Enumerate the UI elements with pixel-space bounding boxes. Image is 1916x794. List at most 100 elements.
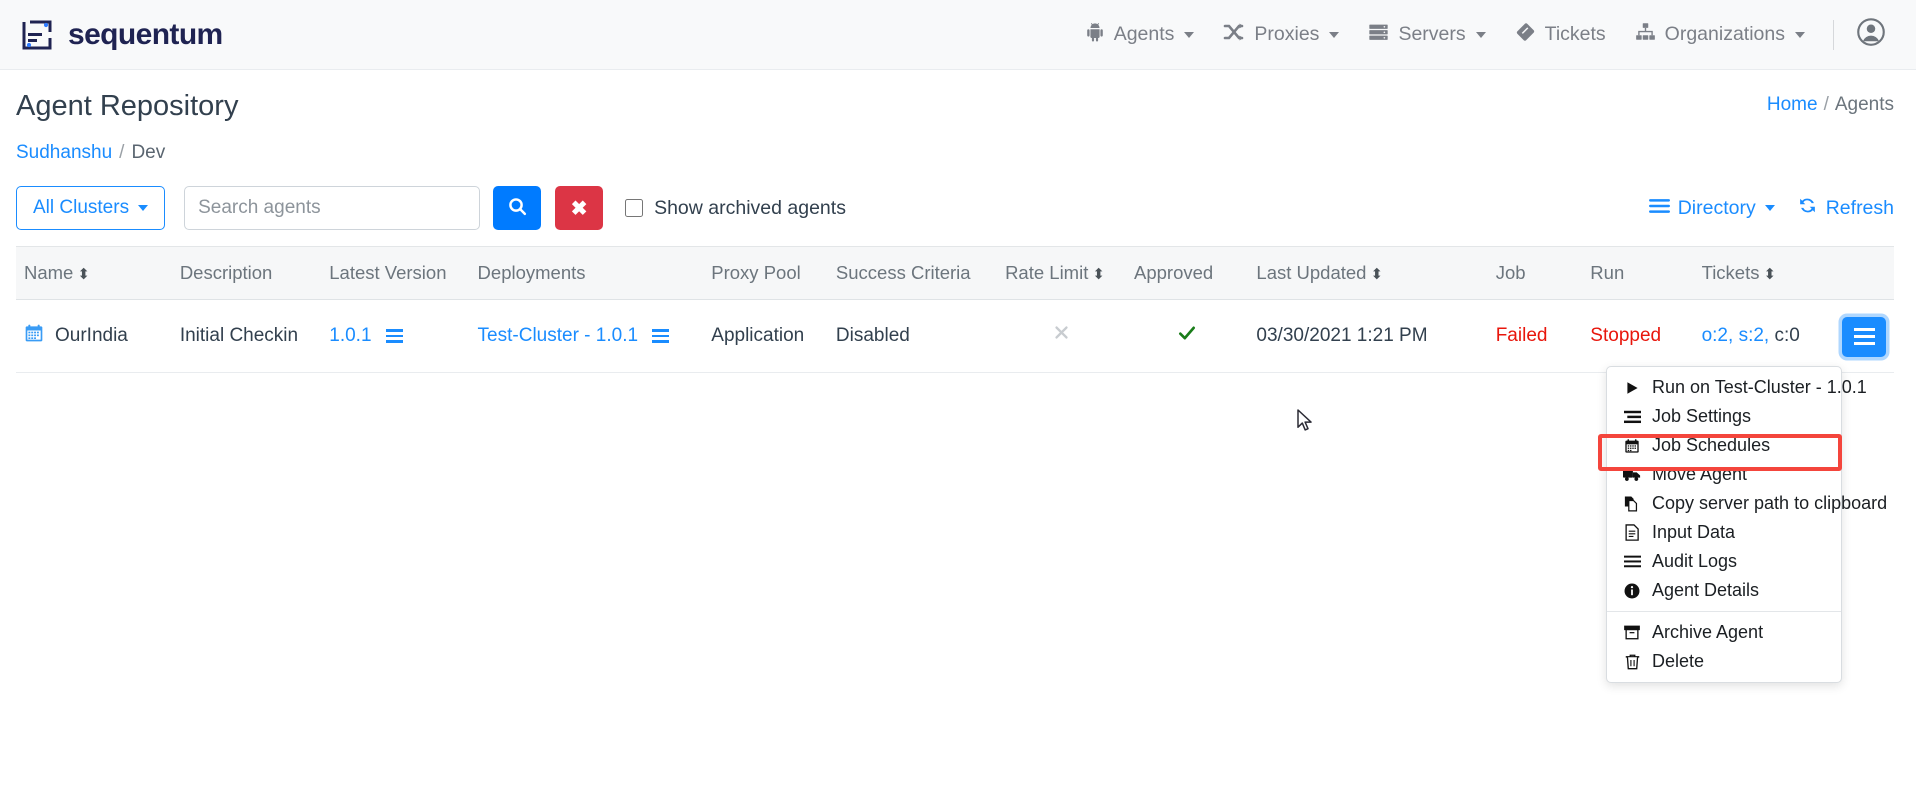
menu-item-move-agent[interactable]: Move Agent (1607, 460, 1841, 489)
brand-logo[interactable]: sequentum (20, 18, 223, 52)
cell-approved (1126, 299, 1249, 373)
user-account-button[interactable] (1848, 11, 1894, 58)
search-input[interactable] (184, 186, 481, 231)
column-header-rate-limit[interactable]: Rate Limit ⬍ (997, 246, 1126, 301)
tickets-solved[interactable]: s:2, (1739, 325, 1770, 346)
menu-label: Job Schedules (1652, 435, 1771, 455)
nav-label-proxies: Proxies (1254, 23, 1320, 45)
column-header-name[interactable]: Name ⬍ (16, 246, 172, 301)
shuffle-arrows-icon (1222, 21, 1246, 49)
nav-label-tickets: Tickets (1544, 23, 1606, 45)
nav-label-agents: Agents (1113, 23, 1175, 45)
row-actions-dropdown-menu: Run on Test-Cluster - 1.0.1 Job Settings (1606, 366, 1887, 683)
list-lines-icon (1623, 555, 1641, 568)
nav-label-organizations: Organizations (1664, 23, 1785, 45)
show-archived-checkbox[interactable] (625, 199, 644, 218)
cell-proxy-pool: Application (703, 299, 828, 373)
column-header-deployments: Deployments (469, 246, 704, 301)
menu-item-audit-logs[interactable]: Audit Logs (1607, 547, 1841, 576)
table-header: Name ⬍ Description Latest Version Deploym… (16, 246, 1894, 301)
calendar-icon (24, 323, 44, 349)
copy-files-icon (1623, 496, 1641, 512)
truck-icon (1623, 468, 1641, 482)
column-header-success-criteria: Success Criteria (827, 246, 998, 301)
top-nav-items: Agents Proxies Servers Tickets Organizat… (1070, 11, 1894, 59)
refresh-circular-arrows-icon (1797, 195, 1818, 222)
chevron-down-icon (1475, 31, 1486, 38)
cell-job-status: Failed (1487, 299, 1583, 373)
menu-item-archive-agent[interactable]: Archive Agent (1607, 618, 1841, 647)
info-circle-icon (1623, 583, 1641, 599)
row-actions-menu-button[interactable] (1842, 316, 1886, 357)
ticket-icon (1514, 21, 1537, 49)
menu-label: Input Data (1652, 522, 1736, 542)
menu-item-agent-details[interactable]: Agent Details (1607, 576, 1841, 605)
tickets-closed[interactable]: c:0 (1774, 325, 1799, 346)
menu-item-run-on-cluster[interactable]: Run on Test-Cluster - 1.0.1 (1607, 373, 1867, 402)
breadcrumb-separator: / (1823, 94, 1829, 115)
cell-latest-version: 1.0.1 (321, 299, 470, 373)
menu-label: Archive Agent (1652, 622, 1764, 642)
show-archived-agents-toggle[interactable]: Show archived agents (625, 197, 846, 220)
show-archived-label: Show archived agents (654, 196, 846, 219)
column-label: Last Updated (1256, 262, 1367, 284)
brand-name: sequentum (68, 17, 223, 51)
table-body: OurIndia Initial Checkin 1.0.1 Test-Clus… (16, 299, 1894, 373)
breadcrumb-right: Home / Agents (1767, 94, 1894, 116)
cluster-filter-dropdown[interactable]: All Clusters (16, 186, 166, 231)
refresh-button[interactable]: Refresh (1797, 195, 1894, 222)
column-label: Proxy Pool (711, 262, 801, 284)
breadcrumb-sub-current: Dev (131, 142, 166, 164)
breadcrumb-home-link[interactable]: Home (1767, 94, 1818, 115)
cell-actions (1827, 299, 1894, 373)
cluster-filter-label: All Clusters (33, 197, 130, 219)
menu-item-job-schedules[interactable]: Job Schedules (1607, 431, 1841, 460)
column-header-last-updated[interactable]: Last Updated ⬍ (1248, 246, 1488, 301)
breadcrumb-sub: Sudhanshu / Dev (16, 142, 1894, 164)
clear-search-button[interactable]: ✖ (555, 186, 604, 231)
column-label: Name (24, 262, 74, 284)
latest-version-link[interactable]: 1.0.1 (329, 325, 371, 346)
nav-item-proxies[interactable]: Proxies (1208, 11, 1353, 59)
close-icon: ✖ (570, 197, 588, 220)
sort-icon: ⬍ (1092, 266, 1105, 284)
column-label: Approved (1134, 262, 1214, 284)
cell-rate-limit (997, 299, 1126, 373)
sequentum-logo-icon (20, 18, 54, 52)
play-triangle-icon (1623, 381, 1641, 395)
breadcrumb-owner-link[interactable]: Sudhanshu (16, 142, 112, 163)
column-label: Rate Limit (1005, 262, 1089, 284)
tickets-open[interactable]: o:2, (1702, 325, 1734, 346)
column-header-proxy-pool: Proxy Pool (703, 246, 828, 301)
mouse-cursor (1297, 409, 1314, 438)
column-label: Tickets (1701, 262, 1760, 284)
calendar-schedule-icon (1623, 438, 1641, 454)
column-header-description: Description (171, 246, 322, 301)
nav-label-servers: Servers (1398, 23, 1466, 45)
table-row[interactable]: OurIndia Initial Checkin 1.0.1 Test-Clus… (16, 299, 1894, 373)
menu-label: Delete (1652, 651, 1705, 671)
column-label: Deployments (477, 262, 586, 284)
agents-table-container: Name ⬍ Description Latest Version Deploym… (0, 246, 1916, 373)
cell-description: Initial Checkin (171, 299, 322, 373)
menu-item-job-settings[interactable]: Job Settings (1607, 402, 1841, 431)
page-header: Agent Repository Home / Agents Sudhanshu / D… (0, 70, 1916, 164)
deployment-link[interactable]: Test-Cluster - 1.0.1 (478, 325, 639, 346)
search-button[interactable] (493, 186, 542, 231)
cell-last-updated: 03/30/2021 1:21 PM (1248, 299, 1488, 373)
latest-version-menu-icon[interactable] (385, 329, 403, 343)
menu-item-copy-server-path[interactable]: Copy server path to clipboard (1607, 489, 1887, 518)
column-header-tickets[interactable]: Tickets ⬍ (1693, 246, 1828, 301)
agent-name: OurIndia (55, 324, 128, 346)
nav-item-servers[interactable]: Servers (1353, 11, 1499, 59)
nav-item-agents[interactable]: Agents (1070, 11, 1209, 59)
nav-item-organizations[interactable]: Organizations (1620, 11, 1819, 59)
nav-item-tickets[interactable]: Tickets (1500, 11, 1620, 59)
directory-dropdown[interactable]: Directory (1648, 197, 1775, 220)
sort-icon: ⬍ (1763, 266, 1777, 284)
menu-item-delete[interactable]: Delete (1607, 647, 1841, 676)
deployment-menu-icon[interactable] (652, 329, 670, 343)
server-stack-icon (1367, 21, 1390, 49)
top-navigation-bar: sequentum Agents Proxies Servers Tickets… (0, 0, 1916, 70)
menu-item-input-data[interactable]: Input Data (1607, 518, 1841, 547)
